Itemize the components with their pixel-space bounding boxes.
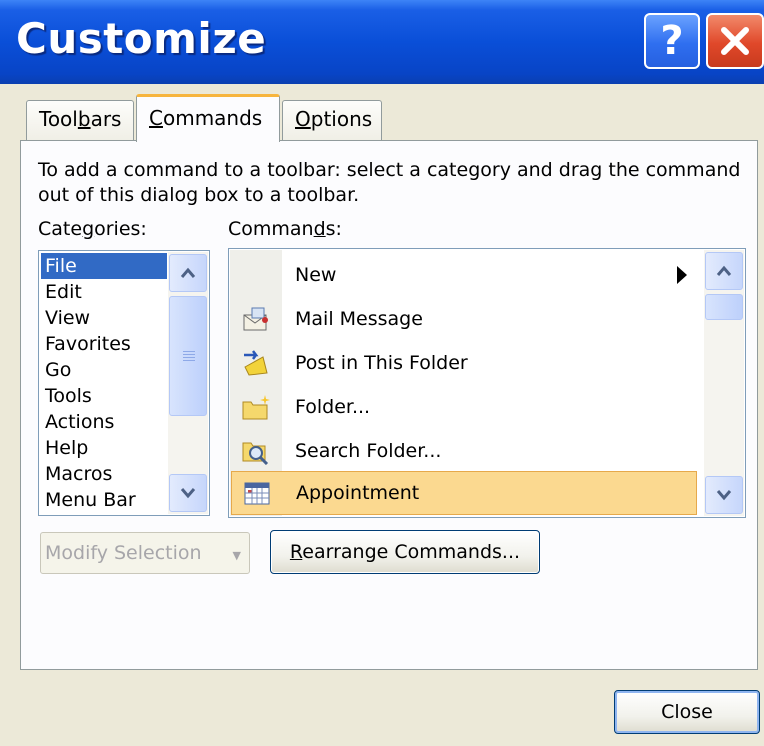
tab-label-accesskey: O <box>295 107 311 131</box>
submenu-arrow-icon <box>677 266 687 284</box>
category-item-go[interactable]: Go <box>41 357 167 383</box>
categories-listbox[interactable]: File Edit View Favorites Go Tools Action… <box>38 250 210 516</box>
scroll-thumb[interactable] <box>705 294 743 320</box>
instructions-text: To add a command to a toolbar: select a … <box>38 159 741 206</box>
category-item-help[interactable]: Help <box>41 435 167 461</box>
close-button[interactable]: Close <box>614 690 760 734</box>
tab-label: ptions <box>310 107 373 131</box>
category-item-favorites[interactable]: Favorites <box>41 331 167 357</box>
chevron-down-icon <box>716 490 732 501</box>
button-label: earrange Commands... <box>302 541 521 563</box>
tab-label-accesskey: C <box>149 106 163 130</box>
category-item-tools[interactable]: Tools <box>41 383 167 409</box>
new-folder-icon <box>242 395 270 420</box>
tab-options[interactable]: Options <box>282 100 382 140</box>
dropdown-arrow-icon: ▼ <box>232 549 241 562</box>
label-text: Cate <box>38 218 83 240</box>
help-icon: ? <box>660 18 684 64</box>
command-label: Post in This Folder <box>295 352 468 374</box>
command-label: Mail Message <box>295 308 423 330</box>
label-text: Comman <box>228 218 314 240</box>
tab-label-accesskey: b <box>77 107 91 131</box>
button-label: Modify Selection <box>45 542 202 564</box>
button-accesskey: R <box>289 541 303 563</box>
close-icon <box>721 27 749 55</box>
commands-listbox[interactable]: New Mail Message Post in This Folder Fol… <box>228 248 746 518</box>
commands-label: Commands: <box>228 218 342 240</box>
mail-message-icon <box>243 307 268 331</box>
chevron-up-icon <box>180 267 196 278</box>
tab-label: ars <box>90 107 122 131</box>
modify-selection-button[interactable]: Modify Selection ▼ <box>40 532 250 574</box>
category-item-edit[interactable]: Edit <box>41 279 167 305</box>
command-item-search-folder[interactable]: Search Folder... <box>231 429 697 473</box>
category-item-menu-bar[interactable]: Menu Bar <box>41 487 167 513</box>
scroll-down-button[interactable] <box>705 476 743 514</box>
customize-dialog: Customize ? Toolbars Commands Options To… <box>0 0 764 746</box>
categories-items: File Edit View Favorites Go Tools Action… <box>41 253 167 513</box>
command-item-folder[interactable]: Folder... <box>231 385 697 429</box>
scroll-thumb[interactable] <box>169 296 207 416</box>
command-item-appointment[interactable]: Appointment <box>231 471 697 515</box>
window-title: Customize <box>16 14 267 63</box>
label-text: s: <box>325 218 342 240</box>
search-folder-icon <box>242 442 269 465</box>
rearrange-commands-button[interactable]: Rearrange Commands... <box>270 530 540 574</box>
chevron-down-icon <box>180 488 196 499</box>
command-item-new[interactable]: New <box>231 253 697 297</box>
chevron-up-icon <box>716 265 732 276</box>
command-item-mail-message[interactable]: Mail Message <box>231 297 697 341</box>
help-button[interactable]: ? <box>644 13 700 69</box>
label-text: ories: <box>94 218 147 240</box>
tab-toolbars[interactable]: Toolbars <box>26 100 134 140</box>
categories-scrollbar[interactable] <box>168 252 208 514</box>
command-label: Folder... <box>295 396 371 418</box>
post-icon <box>244 350 268 376</box>
category-item-file[interactable]: File <box>41 253 167 279</box>
command-label: New <box>295 264 337 286</box>
scroll-down-button[interactable] <box>169 474 207 512</box>
command-label: Appointment <box>296 482 420 504</box>
calendar-icon <box>244 482 270 505</box>
tab-label: Tool <box>39 107 78 131</box>
scroll-up-button[interactable] <box>169 254 207 292</box>
category-item-macros[interactable]: Macros <box>41 461 167 487</box>
close-window-button[interactable] <box>706 13 764 69</box>
categories-label: Categories: <box>38 218 147 240</box>
command-item-post-in-this-folder[interactable]: Post in This Folder <box>231 341 697 385</box>
category-item-actions[interactable]: Actions <box>41 409 167 435</box>
label-accesskey: g <box>82 218 95 240</box>
tab-label: ommands <box>162 106 263 130</box>
tab-commands[interactable]: Commands <box>136 94 280 142</box>
command-label: Search Folder... <box>295 440 442 462</box>
commands-scrollbar[interactable] <box>704 250 744 516</box>
category-item-view[interactable]: View <box>41 305 167 331</box>
label-accesskey: d <box>313 218 326 240</box>
scroll-up-button[interactable] <box>705 252 743 290</box>
title-bar[interactable]: Customize ? <box>0 0 764 84</box>
